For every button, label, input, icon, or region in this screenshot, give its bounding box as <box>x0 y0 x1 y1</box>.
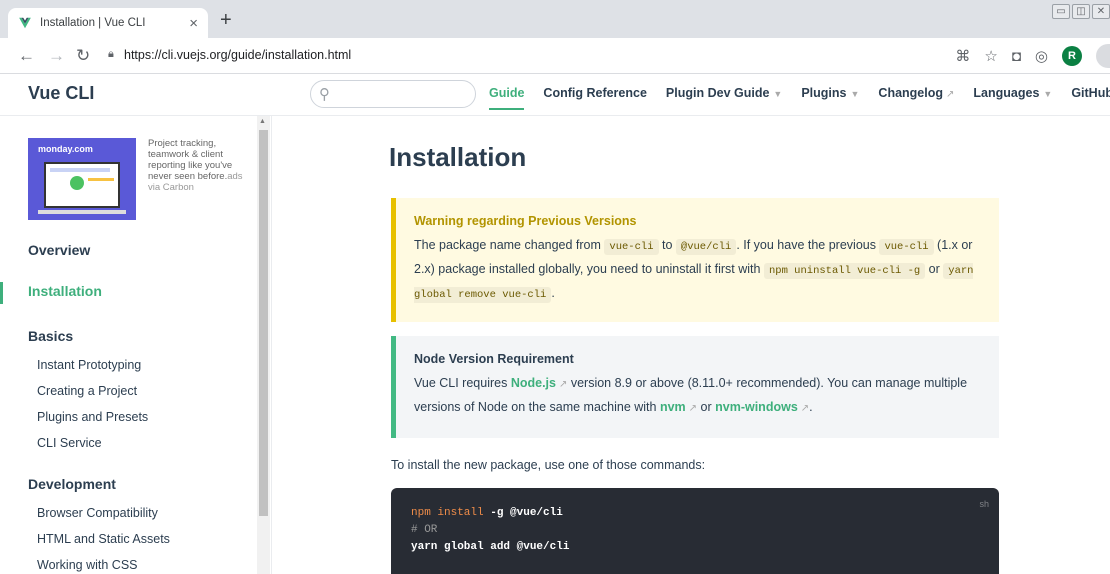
sidebar-item-installation[interactable]: Installation <box>0 282 271 304</box>
lock-icon[interactable]: 🔒︎ <box>108 48 114 61</box>
sidebar-item-html-and-static-assets[interactable]: HTML and Static Assets <box>37 532 170 546</box>
code-comment: # OR <box>411 524 438 536</box>
window-controls: ▭ ◫ ✕ <box>1052 4 1110 19</box>
vue-logo-icon <box>19 17 31 29</box>
sidebar-item-creating-a-project[interactable]: Creating a Project <box>37 384 137 398</box>
sidebar-item-working-with-css[interactable]: Working with CSS <box>37 558 138 572</box>
code-line: npm install -g @vue/cli <box>411 507 563 519</box>
inline-code: npm uninstall vue-cli -g <box>763 263 926 279</box>
search-box[interactable]: ⚲ <box>310 80 476 108</box>
dropdown-caret-icon: ▼ <box>850 89 860 99</box>
sidebar-group-development[interactable]: Development <box>28 476 116 492</box>
warning-title: Warning regarding Previous Versions <box>414 214 637 228</box>
code-line: yarn global add @vue/cli <box>411 541 570 553</box>
maximize-button[interactable]: ◫ <box>1072 4 1090 19</box>
ad-text[interactable]: Project tracking, teamwork & client repo… <box>148 138 248 193</box>
warning-callout: Warning regarding Previous Versions The … <box>391 198 999 322</box>
inline-code: vue-cli <box>879 239 934 255</box>
reload-icon[interactable]: ↻ <box>76 46 90 66</box>
site-navbar: Vue CLI ⚲ Guide Config Reference Plugin … <box>0 74 1110 116</box>
sidebar-group-basics[interactable]: Basics <box>28 328 73 344</box>
nav-link-languages[interactable]: Languages ▼ <box>973 86 1052 100</box>
sidebar-item-plugins-and-presets[interactable]: Plugins and Presets <box>37 410 148 424</box>
nav-link-config-reference[interactable]: Config Reference <box>543 86 647 100</box>
nav-link-github[interactable]: GitHub↗ <box>1071 86 1110 100</box>
external-link-icon: ↗ <box>946 89 955 100</box>
minimize-button[interactable]: ▭ <box>1052 4 1070 19</box>
sidebar-item-overview[interactable]: Overview <box>28 242 90 258</box>
tab-title: Installation | Vue CLI <box>40 17 146 29</box>
ad-image[interactable]: monday.com <box>28 138 136 220</box>
nav-link-changelog[interactable]: Changelog ↗ <box>878 86 954 100</box>
translate-icon[interactable]: ⌘ <box>955 47 970 65</box>
address-bar[interactable]: https://cli.vuejs.org/guide/installation… <box>124 48 351 62</box>
dropdown-caret-icon: ▼ <box>1043 89 1053 99</box>
toolbar-actions: ⌘ ☆ ◘ ◎ R <box>955 44 1110 68</box>
link-nvm[interactable]: nvm <box>660 400 686 414</box>
close-window-button[interactable]: ✕ <box>1092 4 1110 19</box>
extension-icon[interactable]: ◎ <box>1035 47 1048 65</box>
dropdown-caret-icon: ▼ <box>773 89 783 99</box>
nav-link-plugin-dev-guide[interactable]: Plugin Dev Guide ▼ <box>666 86 782 100</box>
code-block[interactable]: sh npm install -g @vue/cli # OR yarn glo… <box>391 488 999 574</box>
node-requirement-body: Vue CLI requires Node.js ↗ version 8.9 or… <box>414 376 968 414</box>
browser-toolbar: ← → ↻ 🔒︎ https://cli.vuejs.org/guide/ins… <box>0 38 1110 74</box>
search-icon: ⚲ <box>319 86 330 103</box>
node-requirement-title: Node Version Requirement <box>414 352 574 366</box>
back-arrow-icon[interactable]: ← <box>18 46 35 66</box>
nav-link-guide[interactable]: Guide <box>489 86 525 110</box>
site-name[interactable]: Vue CLI <box>28 83 94 104</box>
browser-tab-bar: Installation | Vue CLI × + ▭ ◫ ✕ <box>0 0 1110 38</box>
link-nvm-windows[interactable]: nvm-windows <box>715 400 798 414</box>
install-instructions: To install the new package, use one of t… <box>391 458 706 472</box>
scrollbar-thumb[interactable] <box>259 130 268 516</box>
external-link-icon: ↗ <box>688 403 698 414</box>
browser-tab[interactable]: Installation | Vue CLI × <box>8 8 208 38</box>
inline-code: vue-cli <box>604 239 659 255</box>
link-nodejs[interactable]: Node.js <box>511 376 556 390</box>
carbon-ad[interactable]: monday.com Project tracking, teamwork & … <box>28 138 258 228</box>
camera-extension-icon[interactable]: ◘ <box>1012 48 1021 65</box>
menu-edge[interactable] <box>1096 44 1110 68</box>
code-language-label: sh <box>979 499 989 509</box>
page-title: Installation <box>389 142 527 172</box>
nav-link-plugins[interactable]: Plugins ▼ <box>801 86 859 100</box>
new-tab-button[interactable]: + <box>220 10 232 30</box>
sidebar-item-browser-compatibility[interactable]: Browser Compatibility <box>37 506 158 520</box>
tab-close-icon[interactable]: × <box>189 15 198 32</box>
main-content: Installation Warning regarding Previous … <box>272 116 1110 574</box>
external-link-icon: ↗ <box>800 403 810 414</box>
node-requirement-callout: Node Version Requirement Vue CLI require… <box>391 336 999 438</box>
profile-avatar[interactable]: R <box>1062 46 1082 66</box>
inline-code: @vue/cli <box>675 239 737 255</box>
forward-arrow-icon[interactable]: → <box>48 46 65 66</box>
sidebar-scrollbar[interactable]: ▲ <box>257 116 270 574</box>
warning-body: The package name changed from vue-cli to… <box>414 238 974 303</box>
scroll-up-icon[interactable]: ▲ <box>259 118 266 125</box>
sidebar-item-instant-prototyping[interactable]: Instant Prototyping <box>37 358 141 372</box>
bookmark-star-icon[interactable]: ☆ <box>984 47 997 65</box>
sidebar: monday.com Project tracking, teamwork & … <box>0 116 272 574</box>
sidebar-item-cli-service[interactable]: CLI Service <box>37 436 102 450</box>
ad-laptop-screen <box>44 162 120 208</box>
search-input[interactable] <box>336 86 456 102</box>
ad-brand: monday.com <box>38 144 93 154</box>
nav-links: Guide Config Reference Plugin Dev Guide ▼… <box>489 86 1110 110</box>
